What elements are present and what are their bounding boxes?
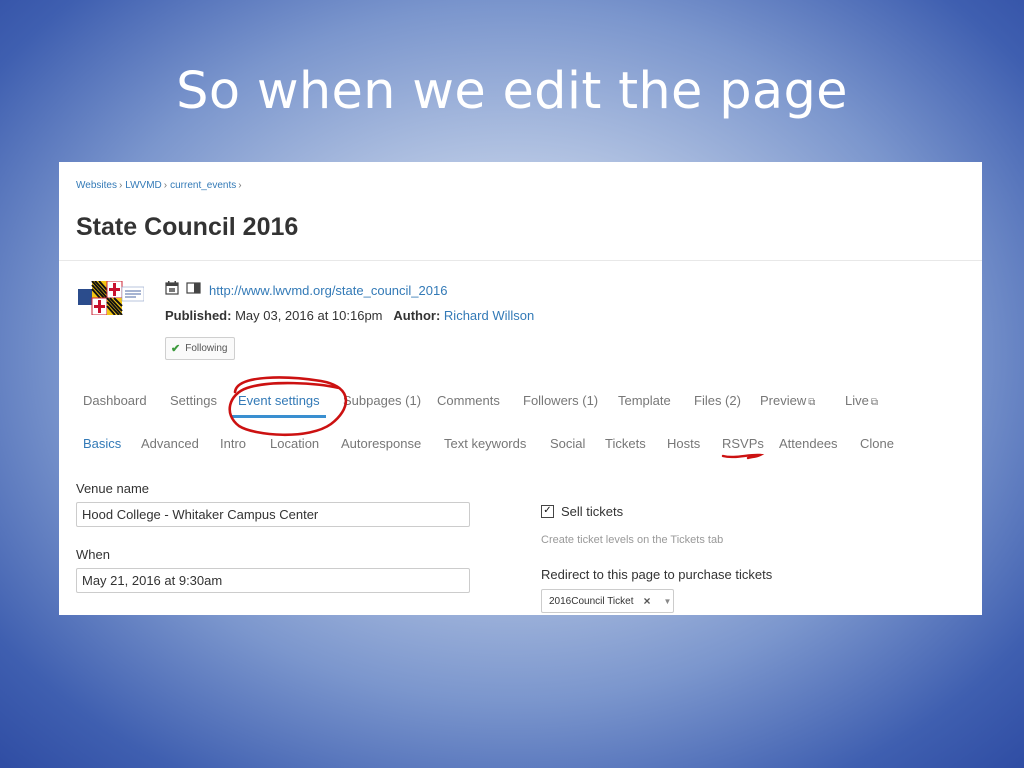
check-icon: ✔ [171, 343, 181, 355]
sell-tickets-checkbox[interactable]: ✓ [541, 505, 554, 518]
caret-down-icon[interactable]: ▼ [664, 597, 672, 606]
author-link[interactable]: Richard Willson [444, 308, 534, 323]
tab-followers[interactable]: Followers (1) [523, 393, 598, 408]
tab-template[interactable]: Template [618, 393, 671, 408]
following-label: Following [185, 343, 228, 354]
lwvmd-logo [78, 281, 144, 315]
subtab-clone[interactable]: Clone [860, 436, 894, 451]
breadcrumb: Websites › LWVMD › current_events › [76, 180, 245, 191]
following-button[interactable]: ✔ Following [165, 337, 236, 360]
redirect-ticket-select[interactable]: 2016Council Ticket × ▼ [541, 589, 674, 613]
page-url-link[interactable]: http://www.lwvmd.org/state_council_2016 [209, 283, 447, 298]
published-value: May 03, 2016 at 10:16pm [235, 308, 383, 323]
breadcrumb-current-events[interactable]: current_events [170, 180, 236, 191]
breadcrumb-separator: › [163, 180, 168, 191]
publish-info: Published: May 03, 2016 at 10:16pm Autho… [165, 308, 534, 323]
rsvps-underline-annotation [721, 453, 765, 460]
sell-tickets-label: Sell tickets [561, 504, 624, 519]
sell-tickets-help: Create ticket levels on the Tickets tab [541, 534, 724, 546]
venue-name-label: Venue name [76, 481, 150, 496]
redirect-label: Redirect to this page to purchase ticket… [541, 567, 773, 582]
divider [59, 260, 982, 261]
clear-x-icon[interactable]: × [644, 594, 651, 608]
when-input[interactable]: May 21, 2016 at 9:30am [76, 568, 470, 593]
breadcrumb-separator: › [118, 180, 123, 191]
tab-preview[interactable]: Preview ⧉ [760, 393, 815, 408]
subtab-location[interactable]: Location [270, 436, 319, 451]
subtab-hosts[interactable]: Hosts [667, 436, 700, 451]
page-title: State Council 2016 [76, 213, 299, 241]
subtab-social[interactable]: Social [550, 436, 585, 451]
tab-files[interactable]: Files (2) [694, 393, 741, 408]
subtab-intro[interactable]: Intro [220, 436, 246, 451]
published-label: Published: [165, 308, 232, 323]
breadcrumb-lwvmd[interactable]: LWVMD [125, 180, 161, 191]
author-label: Author: [393, 308, 441, 323]
active-tab-underline [231, 415, 326, 418]
screenshot-panel: Websites › LWVMD › current_events › State Cou… [59, 162, 982, 615]
tab-live-label: Live [845, 393, 869, 408]
subtab-advanced[interactable]: Advanced [141, 436, 199, 451]
subtab-text-keywords[interactable]: Text keywords [444, 436, 526, 451]
tab-subpages[interactable]: Subpages (1) [343, 393, 421, 408]
slide-title: So when we edit the page [176, 62, 848, 121]
external-link-icon: ⧉ [808, 397, 816, 408]
breadcrumb-websites[interactable]: Websites [76, 180, 117, 191]
tab-dashboard[interactable]: Dashboard [83, 393, 147, 408]
tab-live[interactable]: Live ⧉ [845, 393, 878, 408]
redirect-ticket-value: 2016Council Ticket [549, 595, 634, 607]
subtab-attendees[interactable]: Attendees [779, 436, 838, 451]
subtab-autoresponse[interactable]: Autoresponse [341, 436, 421, 451]
tab-comments[interactable]: Comments [437, 393, 500, 408]
subtab-tickets[interactable]: Tickets [605, 436, 646, 451]
calendar-icon [165, 281, 179, 295]
tab-preview-label: Preview [760, 393, 807, 408]
tab-event-settings[interactable]: Event settings [238, 393, 320, 408]
subtab-basics[interactable]: Basics [83, 436, 121, 451]
subtab-rsvps[interactable]: RSVPs [722, 436, 764, 451]
meta-icons [165, 281, 203, 300]
external-link-icon: ⧉ [870, 397, 878, 408]
venue-name-input[interactable]: Hood College - Whitaker Campus Center [76, 502, 470, 527]
page-icon [186, 282, 201, 294]
breadcrumb-separator: › [238, 180, 242, 191]
tab-settings[interactable]: Settings [170, 393, 217, 408]
when-label: When [76, 547, 110, 562]
